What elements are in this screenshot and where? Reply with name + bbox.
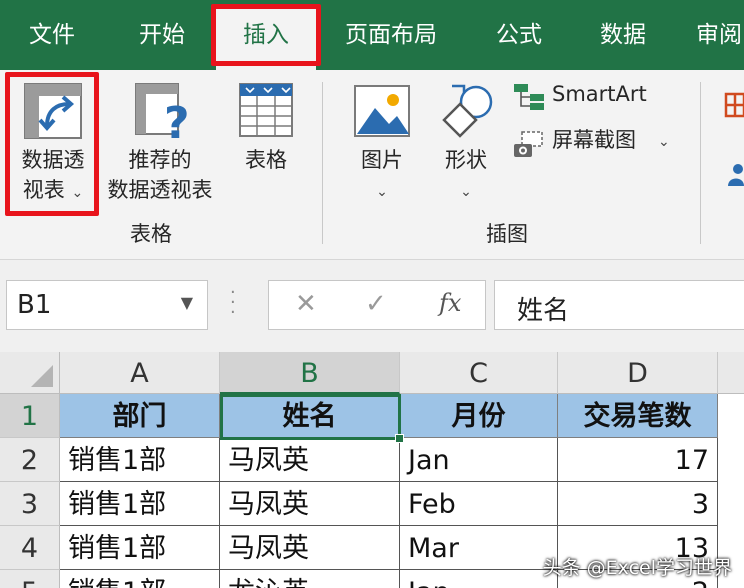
recommended-pivot-button[interactable]: ? 推荐的 数据透视表: [98, 74, 222, 214]
watermark-text: 头条 @Excel学习世界: [542, 557, 732, 579]
table-button[interactable]: 表格: [228, 74, 304, 214]
group-separator: [322, 82, 323, 244]
chevron-down-icon: ⌄: [376, 184, 388, 200]
table-cell[interactable]: 销售1部: [60, 438, 220, 482]
screenshot-icon: [514, 131, 543, 157]
chevron-down-icon: ⌄: [460, 184, 472, 200]
chevron-down-icon: ⌄: [71, 185, 84, 201]
tab-insert[interactable]: 插入: [216, 6, 316, 70]
table-cell[interactable]: 17: [558, 438, 718, 482]
table-group-label: 表格: [130, 222, 172, 246]
tab-formulas[interactable]: 公式: [474, 0, 564, 70]
table-cell[interactable]: 销售1部: [60, 526, 220, 570]
pivot-table-button[interactable]: 数据透 视表 ⌄: [10, 74, 96, 214]
add-ins-icon[interactable]: [724, 92, 744, 118]
table-cell[interactable]: 马凤英: [220, 482, 400, 526]
cell-c1[interactable]: 月份: [400, 394, 558, 438]
column-header-e[interactable]: [718, 352, 744, 394]
formula-input[interactable]: 姓名: [494, 280, 744, 330]
formula-bar-area: B1 ▼ · · · ✕ ✓ fx 姓名: [0, 260, 744, 352]
pivot-table-label-2: 视表 ⌄: [10, 176, 96, 208]
row-header-1[interactable]: 1: [0, 394, 60, 438]
column-header-b[interactable]: B: [220, 352, 400, 394]
fill-handle[interactable]: [395, 434, 404, 443]
chevron-down-icon[interactable]: ▼: [181, 293, 193, 312]
cell-d1[interactable]: 交易笔数: [558, 394, 718, 438]
pivot-table-label-1: 数据透: [21, 148, 85, 172]
tab-page-layout[interactable]: 页面布局: [326, 0, 456, 70]
splitter-handle-icon[interactable]: · · ·: [230, 284, 237, 322]
row-header-2[interactable]: 2: [0, 438, 60, 482]
table-cell[interactable]: 销售1部: [60, 570, 220, 588]
group-separator: [700, 82, 701, 244]
insert-function-button[interactable]: fx: [439, 289, 461, 317]
name-box[interactable]: B1 ▼: [6, 280, 208, 330]
formula-buttons: ✕ ✓ fx: [268, 280, 486, 330]
chevron-down-icon: ⌄: [658, 134, 670, 150]
recommended-pivot-label-1: 推荐的: [128, 148, 192, 172]
pictures-label: 图片: [361, 148, 403, 172]
screenshot-label: 屏幕截图: [552, 128, 636, 152]
table-cell[interactable]: 销售1部: [60, 482, 220, 526]
pivot-table-label-2-text: 视表: [22, 178, 65, 202]
row-header-5[interactable]: 5: [0, 570, 60, 588]
row-header-4[interactable]: 4: [0, 526, 60, 570]
picture-icon: [354, 85, 410, 137]
recommended-pivot-icon: ?: [135, 83, 190, 144]
table-cell[interactable]: Mar: [400, 526, 558, 570]
recommended-pivot-label-2: 数据透视表: [107, 178, 213, 202]
formula-value: 姓名: [517, 296, 570, 326]
shapes-icon: [442, 84, 493, 138]
column-header-a[interactable]: A: [60, 352, 220, 394]
shapes-label: 形状: [445, 148, 487, 172]
tab-home[interactable]: 开始: [108, 0, 216, 70]
shapes-button[interactable]: 形状 ⌄: [428, 74, 504, 214]
ribbon-tab-bar: 文件 开始 插入 页面布局 公式 数据 审阅: [0, 0, 744, 70]
column-header-d[interactable]: D: [558, 352, 718, 394]
pictures-button[interactable]: 图片 ⌄: [344, 74, 420, 214]
table-cell[interactable]: 龙沁英: [220, 570, 400, 588]
pivot-table-icon: [24, 83, 82, 139]
smartart-icon: [514, 84, 544, 110]
name-box-value: B1: [17, 290, 52, 320]
cancel-icon[interactable]: ✕: [295, 289, 317, 319]
smartart-label: SmartArt: [552, 82, 647, 106]
illustrations-group-label: 插图: [486, 222, 528, 246]
table-icon: [239, 83, 293, 137]
row-header-3[interactable]: 3: [0, 482, 60, 526]
cell-b1[interactable]: 姓名: [220, 394, 400, 438]
table-cell[interactable]: Jan: [400, 570, 558, 588]
table-cell[interactable]: Feb: [400, 482, 558, 526]
table-cell[interactable]: 3: [558, 482, 718, 526]
smartart-button[interactable]: SmartArt: [512, 80, 662, 114]
tab-data[interactable]: 数据: [578, 0, 668, 70]
svg-text:?: ?: [164, 98, 190, 144]
select-all-button[interactable]: [0, 352, 60, 394]
table-cell[interactable]: Jan: [400, 438, 558, 482]
enter-check-icon[interactable]: ✓: [365, 289, 387, 319]
screenshot-button[interactable]: 屏幕截图 ⌄: [512, 126, 682, 160]
column-header-c[interactable]: C: [400, 352, 558, 394]
select-all-icon: [31, 365, 53, 387]
cell-a1[interactable]: 部门: [60, 394, 220, 438]
tab-review[interactable]: 审阅: [682, 0, 744, 70]
ribbon-panel: 数据透 视表 ⌄ ? 推荐的 数据透视表 表格 表格 图片 ⌄ 形状 ⌄ Sma…: [0, 70, 744, 260]
table-label: 表格: [245, 148, 287, 172]
tab-file[interactable]: 文件: [0, 0, 104, 70]
table-cell[interactable]: 马凤英: [220, 438, 400, 482]
people-graph-icon[interactable]: [726, 162, 744, 186]
table-cell[interactable]: 马凤英: [220, 526, 400, 570]
